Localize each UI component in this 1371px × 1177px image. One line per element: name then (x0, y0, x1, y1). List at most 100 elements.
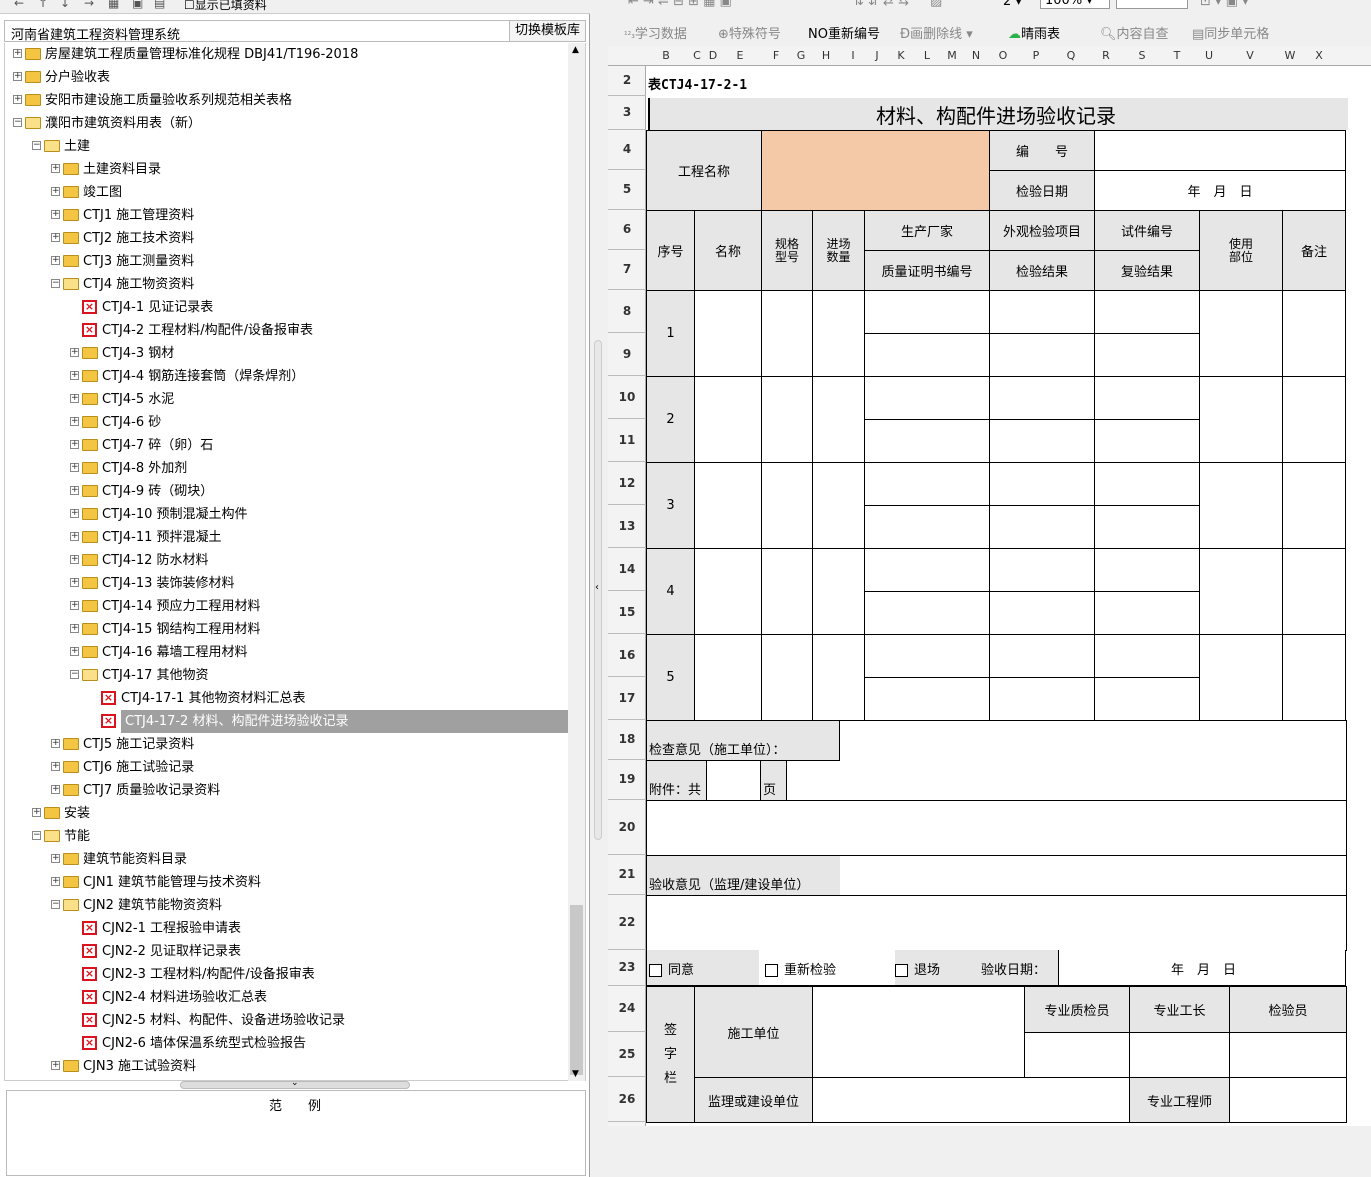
cert-cell[interactable] (864, 591, 990, 635)
row-number[interactable]: 6 (608, 222, 646, 236)
expand-icon[interactable]: + (70, 348, 79, 357)
retest-cell[interactable] (1094, 333, 1200, 377)
expand-icon[interactable]: + (13, 72, 22, 81)
expand-icon[interactable]: + (70, 555, 79, 564)
tree-node[interactable]: + CTJ3 施工测量资料 (5, 250, 571, 273)
remark-cell[interactable] (1282, 462, 1346, 549)
down-arrow-icon[interactable]: ↓ (60, 0, 70, 10)
expand-icon[interactable]: + (51, 877, 60, 886)
tree-node[interactable]: + CJN3 施工试验资料 (5, 1055, 571, 1078)
column-letter[interactable]: J (866, 49, 888, 62)
row-number[interactable]: 14 (608, 562, 646, 576)
back-arrow-icon[interactable]: ← (14, 0, 24, 10)
visual-result-cell[interactable] (989, 333, 1095, 377)
expand-icon[interactable]: + (13, 49, 22, 58)
attach-count-field[interactable] (706, 760, 761, 801)
check-date-field[interactable]: 年 月 日 (1094, 170, 1346, 211)
row-number[interactable]: 5 (608, 182, 646, 196)
expand-icon[interactable]: + (51, 164, 60, 173)
expand-icon[interactable]: + (51, 256, 60, 265)
sample-cell[interactable] (1094, 634, 1200, 678)
row-number[interactable]: 20 (608, 820, 646, 834)
misc-icons[interactable]: ⊡ ▾ ▣ ▾ (1200, 0, 1249, 9)
visual-cell[interactable] (989, 290, 1095, 334)
expand-icon[interactable]: + (70, 624, 79, 633)
sample-cell[interactable] (1094, 462, 1200, 506)
tree-node[interactable]: + CTJ2 施工技术资料 (5, 227, 571, 250)
expand-icon[interactable]: + (70, 440, 79, 449)
row-number[interactable]: 10 (608, 390, 646, 404)
remark-cell[interactable] (1282, 376, 1346, 463)
row-number[interactable]: 16 (608, 648, 646, 662)
tree-node[interactable]: + CTJ4-15 钢结构工程用材料 (5, 618, 571, 641)
column-letter[interactable]: Q (1054, 49, 1088, 62)
maker-cell[interactable] (864, 376, 990, 420)
inspector-field[interactable] (1229, 1032, 1347, 1078)
expand-icon[interactable]: + (51, 210, 60, 219)
engineer-field[interactable] (1229, 1077, 1347, 1123)
use-cell[interactable] (1199, 462, 1283, 549)
row-number[interactable]: 3 (608, 105, 646, 119)
tree-node[interactable]: × CTJ4-1 见证记录表 (5, 296, 571, 319)
show-filled-button[interactable]: ☐显示已填资料 (184, 0, 267, 13)
inspect-opinion-field[interactable] (839, 720, 1347, 761)
row-number[interactable]: 12 (608, 476, 646, 490)
visual-result-cell[interactable] (989, 505, 1095, 549)
tree-node[interactable]: − CTJ4 施工物资资料 (5, 273, 571, 296)
spec-cell[interactable] (761, 290, 813, 377)
return-checkbox[interactable] (895, 964, 908, 977)
retest-cell[interactable] (1094, 591, 1200, 635)
row-number[interactable]: 19 (608, 772, 646, 786)
name-cell[interactable] (694, 290, 762, 377)
tree-node[interactable]: × CJN2-6 墙体保温系统型式检验报告 (5, 1032, 571, 1055)
column-letter[interactable]: H (812, 49, 840, 62)
expand-icon[interactable]: + (70, 486, 79, 495)
spec-cell[interactable] (761, 634, 813, 721)
row-number[interactable]: 18 (608, 732, 646, 746)
row-number[interactable]: 15 (608, 605, 646, 619)
row-number[interactable]: 22 (608, 915, 646, 929)
qty-cell[interactable] (812, 376, 865, 463)
tree-node[interactable]: + 房屋建筑工程质量管理标准化规程 DBJ41/T196-2018 (5, 43, 571, 66)
tree-node[interactable]: + 竣工图 (5, 181, 571, 204)
visual-cell[interactable] (989, 634, 1095, 678)
strikethrough-button[interactable]: Ð画删除线 ▾ (900, 23, 973, 42)
row-number[interactable]: 24 (608, 1001, 646, 1015)
row-number[interactable]: 23 (608, 960, 646, 974)
tree-node[interactable]: + 土建资料目录 (5, 158, 571, 181)
tree-node[interactable]: + CJN1 建筑节能管理与技术资料 (5, 871, 571, 894)
tree-node[interactable]: + CTJ4-3 钢材 (5, 342, 571, 365)
paste-icon[interactable]: ▤ (154, 0, 165, 10)
qc-field[interactable] (1024, 1032, 1130, 1078)
column-letter[interactable]: W (1276, 49, 1304, 62)
row-number[interactable]: 11 (608, 433, 646, 447)
tree-node[interactable]: × CJN2-3 工程材料/构配件/设备报审表 (5, 963, 571, 986)
qty-cell[interactable] (812, 548, 865, 635)
expand-icon[interactable]: + (70, 532, 79, 541)
tree-node[interactable]: + CTJ4-8 外加剂 (5, 457, 571, 480)
collapse-icon[interactable]: − (51, 900, 60, 909)
column-letter[interactable]: D (708, 49, 718, 62)
cert-cell[interactable] (864, 677, 990, 721)
retest-cell[interactable] (1094, 677, 1200, 721)
number-field[interactable] (1094, 130, 1346, 171)
constructor-field[interactable] (812, 986, 1025, 1078)
learn-data-button[interactable]: ¹²₃学习数据 (624, 23, 687, 42)
accept-opinion-field[interactable] (839, 855, 1347, 896)
tree-node[interactable]: + 安装 (5, 802, 571, 825)
font-size-select[interactable]: 2 ▾ (1003, 0, 1022, 9)
tree-node[interactable]: + 建筑节能资料目录 (5, 848, 571, 871)
use-cell[interactable] (1199, 376, 1283, 463)
accept-opinion-area[interactable] (646, 895, 1347, 951)
expand-icon[interactable]: + (13, 95, 22, 104)
tree-node[interactable]: + CTJ5 施工记录资料 (5, 733, 571, 756)
inspect-opinion-area[interactable] (646, 800, 1347, 856)
name-cell[interactable] (694, 634, 762, 721)
row-number[interactable]: 2 (608, 73, 646, 87)
tree-node[interactable]: + 分户验收表 (5, 66, 571, 89)
tree-node[interactable]: × CTJ4-2 工程材料/构配件/设备报审表 (5, 319, 571, 342)
cert-cell[interactable] (864, 333, 990, 377)
expand-icon[interactable]: + (70, 371, 79, 380)
qty-cell[interactable] (812, 462, 865, 549)
name-cell[interactable] (694, 376, 762, 463)
